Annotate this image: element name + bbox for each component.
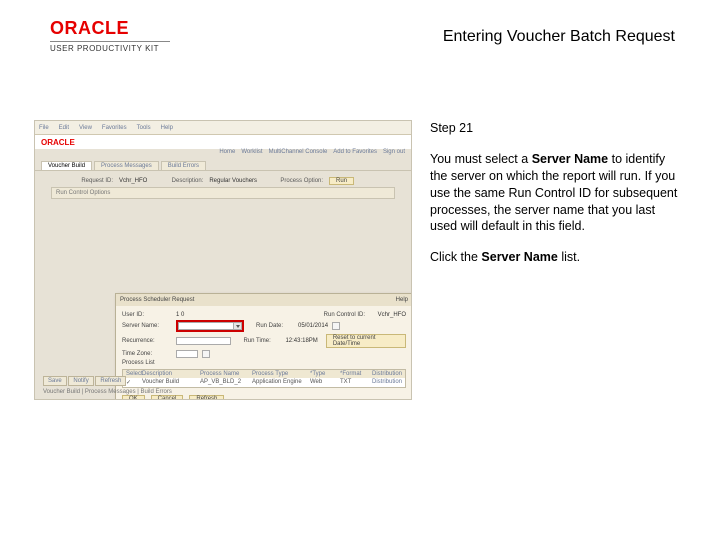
process-list-title: Process List [122,360,406,366]
menu-help: Help [161,125,173,131]
step-label: Step 21 [430,120,678,137]
oracle-wordmark: ORACLE [41,138,75,147]
page-footer: Save Notify Refresh Voucher Build | Proc… [35,372,411,399]
oracle-logo: ORACLE [50,18,170,39]
menu-favorites: Favorites [102,125,127,131]
refresh-button: Refresh [95,376,126,386]
link-worklist: Worklist [241,149,262,159]
recurrence-field [176,337,231,345]
save-button: Save [43,376,67,386]
menu-edit: Edit [59,125,69,131]
user-id-label: User ID: [122,312,172,318]
runtime-value: 12:43:18PM [285,338,317,344]
calendar-icon [332,322,340,330]
timezone-field [176,350,198,358]
browser-menubar: File Edit View Favorites Tools Help [35,121,411,135]
process-option-label: Process Option: [263,178,323,184]
rundate-label: Run Date: [256,323,294,329]
timezone-label: Time Zone: [122,351,172,357]
link-home: Home [219,149,235,159]
runctl-value: Vchr_HFO [378,312,406,318]
run-button: Run [329,177,354,185]
server-name-input[interactable] [178,322,234,330]
page-title: Entering Voucher Batch Request [443,28,675,46]
app-links: Home Worklist MultiChannel Console Add t… [35,149,411,159]
form-area: Request ID: Vchr_HFO Description: Regula… [35,171,411,205]
breadcrumbs: Voucher Build | Process Messages | Build… [43,389,403,395]
instruction-paragraph-1: You must select a Server Name to identif… [430,151,678,235]
menu-view: View [79,125,92,131]
link-mcc: MultiChannel Console [269,149,328,159]
reset-button: Reset to current Date/Time [326,334,406,348]
chevron-down-icon[interactable] [234,322,242,330]
run-control-bar: Run Control Options [51,187,395,199]
link-fav: Add to Favorites [333,149,377,159]
description-value: Regular Vouchers [209,178,257,184]
dialog-help-link: Help [396,297,408,303]
lookup-icon [202,350,210,358]
dialog-title: Process Scheduler Request [120,297,194,303]
tab-voucher-build: Voucher Build [41,161,92,170]
instruction-paragraph-2: Click the Server Name list. [430,249,678,266]
server-name-term: Server Name [532,152,608,166]
request-id-value: Vchr_HFO [119,178,147,184]
menu-tools: Tools [137,125,151,131]
instruction-panel: Step 21 You must select a Server Name to… [430,120,678,266]
link-signout: Sign out [383,149,405,159]
tab-build-errors: Build Errors [161,161,206,170]
upk-subtitle: USER PRODUCTIVITY KIT [50,41,170,53]
request-id-label: Request ID: [43,178,113,184]
app-header: ORACLE [35,135,411,149]
tab-process-messages: Process Messages [94,161,159,170]
server-name-dropdown[interactable] [176,320,244,332]
server-name-term-2: Server Name [481,250,557,264]
embedded-screenshot: File Edit View Favorites Tools Help ORAC… [34,120,412,400]
runctl-label: Run Control ID: [324,312,374,318]
runtime-label: Run Time: [243,338,281,344]
rundate-value: 05/01/2014 [298,323,328,329]
notify-button: Notify [68,376,93,386]
menu-file: File [39,125,49,131]
page-tabs: Voucher Build Process Messages Build Err… [35,159,411,171]
server-name-label: Server Name: [122,323,172,329]
description-label: Description: [153,178,203,184]
user-id-value: 1 0 [176,312,184,318]
dialog-titlebar: Process Scheduler Request Help [116,294,412,306]
logo-block: ORACLE USER PRODUCTIVITY KIT [50,18,170,53]
recurrence-label: Recurrence: [122,338,172,344]
